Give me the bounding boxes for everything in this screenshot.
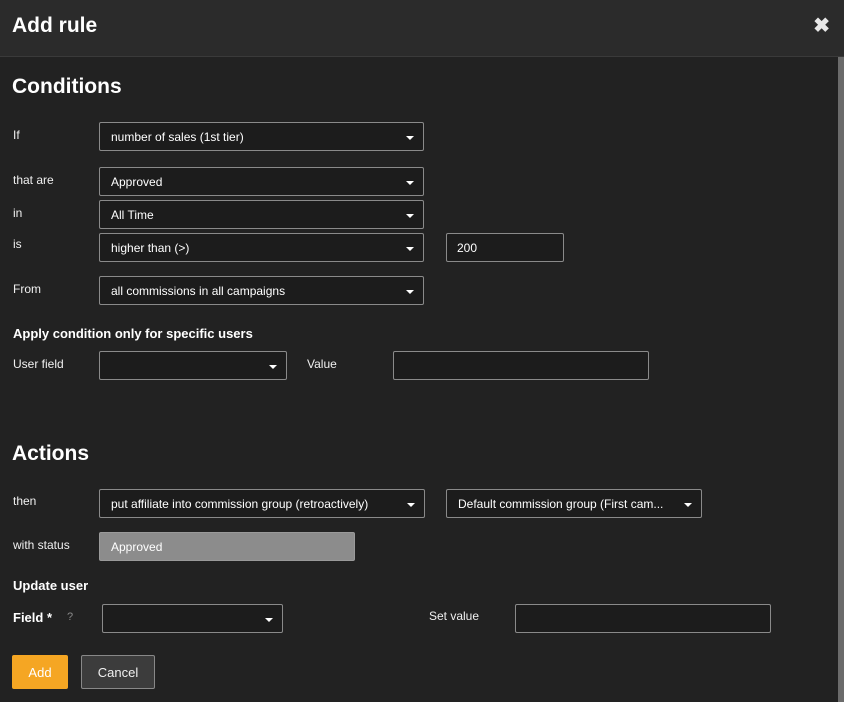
chevron-down-icon: [265, 618, 273, 622]
is-select[interactable]: higher than (>): [99, 233, 424, 262]
chevron-down-icon: [684, 503, 692, 507]
value-label: Value: [307, 357, 337, 371]
set-value-label: Set value: [429, 609, 480, 623]
if-label: If: [13, 128, 20, 142]
is-select-value: higher than (>): [111, 241, 190, 255]
from-label: From: [13, 282, 41, 296]
field-label: Field *: [13, 610, 52, 625]
conditions-heading: Conditions: [12, 75, 122, 98]
actions-heading: Actions: [12, 442, 90, 465]
specific-users-heading: Apply condition only for specific users: [13, 326, 253, 341]
from-select[interactable]: all commissions in all campaigns: [99, 276, 424, 305]
update-user-heading: Update user: [13, 578, 89, 593]
field-select[interactable]: [102, 604, 283, 633]
chevron-down-icon: [406, 214, 414, 218]
field-label-text: Field: [13, 610, 44, 625]
dialog-title: Add rule: [12, 14, 98, 37]
is-amount-input[interactable]: [446, 233, 564, 262]
chevron-down-icon: [407, 503, 415, 507]
user-field-label: User field: [13, 357, 64, 371]
then-select-value: put affiliate into commission group (ret…: [111, 497, 369, 511]
with-status-value: Approved: [111, 540, 163, 554]
add-button[interactable]: Add: [12, 655, 68, 689]
in-select-value: All Time: [111, 208, 154, 222]
with-status-field: Approved: [99, 532, 355, 561]
that-are-select-value: Approved: [111, 175, 163, 189]
commission-group-select[interactable]: Default commission group (First cam...: [446, 489, 702, 518]
commission-group-select-value: Default commission group (First cam...: [458, 497, 664, 511]
in-label: in: [13, 206, 23, 220]
is-label: is: [13, 237, 22, 251]
dialog-titlebar: Add rule ✖: [0, 0, 844, 57]
cancel-button[interactable]: Cancel: [81, 655, 155, 689]
chevron-down-icon: [406, 290, 414, 294]
scrollbar[interactable]: [838, 57, 844, 702]
close-icon[interactable]: ✖: [813, 14, 830, 38]
then-select[interactable]: put affiliate into commission group (ret…: [99, 489, 425, 518]
chevron-down-icon: [269, 365, 277, 369]
required-marker: *: [46, 610, 53, 625]
from-select-value: all commissions in all campaigns: [111, 284, 286, 298]
that-are-label: that are: [13, 173, 54, 187]
if-select[interactable]: number of sales (1st tier): [99, 122, 424, 151]
set-value-input[interactable]: [515, 604, 771, 633]
chevron-down-icon: [406, 247, 414, 251]
user-field-select[interactable]: [99, 351, 287, 380]
if-select-value: number of sales (1st tier): [111, 130, 244, 144]
value-input[interactable]: [393, 351, 649, 380]
then-label: then: [13, 494, 37, 508]
with-status-label: with status: [13, 538, 70, 552]
help-icon[interactable]: ?: [67, 611, 73, 623]
chevron-down-icon: [406, 181, 414, 185]
chevron-down-icon: [406, 136, 414, 140]
that-are-select[interactable]: Approved: [99, 167, 424, 196]
in-select[interactable]: All Time: [99, 200, 424, 229]
